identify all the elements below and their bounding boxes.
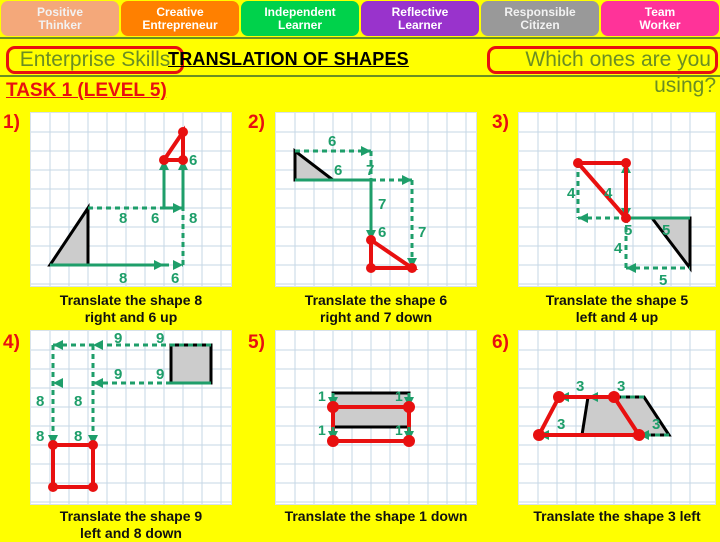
arrow-value-labels: 6 6 7 7 6 7	[328, 133, 426, 241]
svg-text:3: 3	[557, 416, 565, 433]
task-heading: TASK 1 (LEVEL 5)	[6, 80, 167, 101]
persona-tab-strip: Positive Thinker Creative Entrepreneur I…	[0, 0, 720, 37]
svg-text:6: 6	[378, 224, 386, 241]
svg-text:8: 8	[119, 270, 127, 287]
panel-5-diagram: 1 1 1 1	[276, 331, 476, 504]
tab-label-line2: Citizen	[520, 17, 560, 32]
panel-1-grid: 8 8 6 6 8 6	[30, 112, 232, 287]
panel-3-grid: 4 4 5 5 4 5	[518, 112, 716, 287]
panel-6-number: 6)	[492, 332, 509, 353]
svg-text:8: 8	[189, 210, 197, 227]
svg-text:6: 6	[334, 162, 342, 179]
svg-text:1: 1	[395, 388, 403, 404]
red-shape-triangle	[369, 236, 419, 270]
tab-team-worker[interactable]: Team Worker	[601, 1, 719, 36]
svg-text:6: 6	[189, 152, 197, 169]
svg-text:8: 8	[74, 393, 82, 410]
svg-text:6: 6	[171, 270, 179, 287]
panel-1-number: 1)	[3, 112, 20, 133]
svg-text:3: 3	[617, 378, 625, 395]
panel-1-caption: Translate the shape 8 right and 6 up	[59, 292, 203, 325]
panel-3-diagram: 4 4 5 5 4 5	[519, 113, 715, 287]
svg-text:8: 8	[74, 428, 82, 445]
panel-4-diagram: 9 9 9 9 8 8 8 8	[31, 331, 231, 504]
svg-text:7: 7	[366, 162, 374, 179]
grid-lines	[276, 113, 476, 286]
tab-label-line1: Creative	[156, 4, 204, 19]
tab-label-line1: Responsible	[504, 4, 576, 19]
panel-2-diagram: 6 6 7 7 6 7	[276, 113, 476, 286]
panel-6-diagram: 3 3 3 3	[519, 331, 715, 504]
tab-responsible-citizen[interactable]: Responsible Citizen	[481, 1, 599, 36]
svg-text:3: 3	[576, 378, 584, 395]
panel-2-grid: 6 6 7 7 6 7	[275, 112, 477, 287]
svg-text:4: 4	[567, 185, 576, 202]
panel-2-number: 2)	[248, 112, 265, 133]
svg-text:7: 7	[378, 196, 386, 213]
panel-6-grid: 3 3 3 3	[518, 330, 716, 505]
panel-3-caption: Translate the shape 5 left and 4 up	[545, 292, 689, 325]
svg-text:8: 8	[36, 393, 44, 410]
panel-3-number: 3)	[492, 112, 509, 133]
red-shape-triangle	[573, 161, 628, 224]
panel-4-number: 4)	[3, 332, 20, 353]
tab-label-line2: Learner	[277, 17, 323, 32]
tab-label-line2: Worker	[639, 17, 681, 32]
red-vertex-dots	[48, 440, 98, 492]
svg-text:1: 1	[318, 422, 326, 438]
svg-text:1: 1	[318, 388, 326, 404]
tab-label-line2: Learner	[397, 17, 443, 32]
which-ones-label: Which ones are you	[525, 48, 711, 71]
tab-creative-entrepreneur[interactable]: Creative Entrepreneur	[121, 1, 239, 36]
tab-label-line1: Team	[644, 4, 676, 19]
panel-4-grid: 9 9 9 9 8 8 8 8	[30, 330, 232, 505]
svg-text:5: 5	[659, 272, 667, 287]
svg-text:7: 7	[418, 224, 426, 241]
svg-text:4: 4	[604, 185, 613, 202]
which-ones-callout: Which ones are you	[487, 46, 718, 74]
panel-4-caption: Translate the shape 9 left and 8 down	[59, 508, 203, 541]
svg-text:9: 9	[114, 331, 122, 347]
svg-text:9: 9	[156, 331, 164, 347]
tab-positive-thinker[interactable]: Positive Thinker	[1, 1, 119, 36]
svg-text:8: 8	[119, 210, 127, 227]
svg-text:1: 1	[395, 422, 403, 438]
tab-label-line1: Independent	[264, 4, 336, 19]
svg-text:8: 8	[36, 428, 44, 445]
tab-reflective-learner[interactable]: Reflective Learner	[361, 1, 479, 36]
tab-label-line1: Reflective	[391, 4, 449, 19]
panel-1-diagram: 8 8 6 6 8 6	[31, 113, 231, 287]
red-shape-triangle	[160, 125, 185, 162]
panel-5-caption: Translate the shape 1 down	[284, 508, 468, 524]
svg-text:6: 6	[151, 210, 159, 227]
svg-text:3: 3	[652, 416, 660, 433]
svg-text:4: 4	[614, 240, 623, 257]
tab-label-line2: Entrepreneur	[142, 17, 218, 32]
svg-text:5: 5	[662, 222, 670, 239]
tab-label-line2: Thinker	[38, 17, 82, 32]
using-label: using?	[654, 74, 716, 97]
page-title: TRANSLATION OF SHAPES	[168, 49, 409, 69]
arrow-value-labels: 4 4 5 5 4 5	[567, 185, 670, 287]
tab-label-line1: Positive	[36, 4, 84, 19]
panel-5-number: 5)	[248, 332, 265, 353]
enterprise-skills-callout: Enterprise Skills	[6, 46, 184, 74]
panel-5-grid: 1 1 1 1	[275, 330, 477, 505]
red-shape-square	[51, 443, 95, 489]
grey-shape-square	[169, 343, 213, 385]
svg-text:6: 6	[328, 133, 336, 150]
panel-6-caption: Translate the shape 3 left	[533, 508, 701, 524]
header-rule-bottom	[0, 75, 720, 77]
header-band: Enterprise Skills TRANSLATION OF SHAPES …	[0, 37, 720, 107]
enterprise-skills-label: Enterprise Skills	[19, 48, 171, 71]
tab-independent-learner[interactable]: Independent Learner	[241, 1, 359, 36]
svg-text:9: 9	[114, 366, 122, 383]
svg-text:9: 9	[156, 366, 164, 383]
panel-2-caption: Translate the shape 6 right and 7 down	[304, 292, 448, 325]
svg-text:5: 5	[624, 222, 632, 239]
